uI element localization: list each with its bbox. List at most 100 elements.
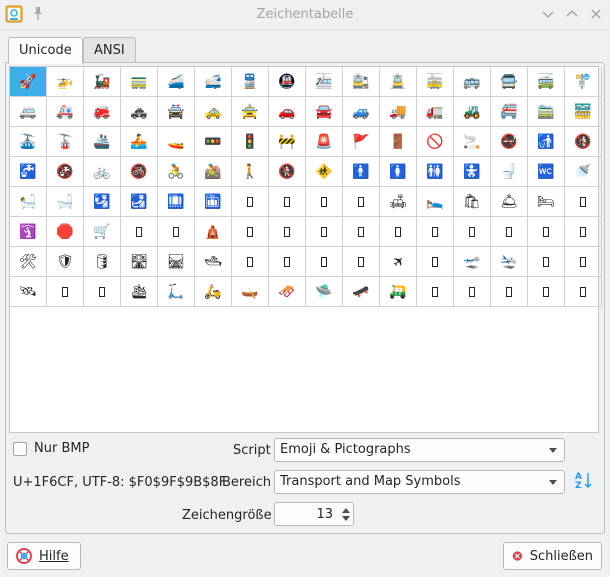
char-cell[interactable] [47,277,84,307]
size-spinbox[interactable]: 13 [274,502,354,526]
sort-az-icon[interactable]: A Z [573,470,593,490]
char-cell[interactable]: 🚻 [417,157,454,187]
char-cell[interactable]: 🚹 [343,157,380,187]
char-cell[interactable]: 🚨 [306,127,343,157]
spin-down-icon[interactable] [342,516,350,521]
char-cell[interactable]: 🚉 [343,67,380,97]
char-cell[interactable] [232,217,269,247]
char-cell[interactable] [269,217,306,247]
char-cell[interactable] [306,217,343,247]
char-cell[interactable] [528,277,565,307]
nur-bmp-checkbox[interactable] [13,442,27,456]
char-cell[interactable]: 🚅 [195,67,232,97]
char-cell[interactable]: 🛢 [84,247,121,277]
char-cell[interactable]: 🚝 [491,97,528,127]
char-cell[interactable] [417,277,454,307]
char-cell[interactable]: 🚔 [158,97,195,127]
char-cell[interactable]: 🛂 [84,187,121,217]
char-cell[interactable]: 🛡 [47,247,84,277]
maximize-button[interactable] [564,6,580,22]
char-cell[interactable]: 🚋 [417,67,454,97]
char-cell[interactable]: 🛷 [269,277,306,307]
char-cell[interactable]: 🚓 [121,97,158,127]
char-cell[interactable]: 🚷 [269,157,306,187]
char-cell[interactable] [232,187,269,217]
char-cell[interactable]: 🛫 [454,247,491,277]
char-cell[interactable]: 🚶 [232,157,269,187]
close-button[interactable]: Schließen [503,542,602,570]
char-cell[interactable]: 🛅 [195,187,232,217]
help-button[interactable]: Hilfe [7,542,81,570]
char-cell[interactable] [454,277,491,307]
char-cell[interactable]: 🚀 [10,67,47,97]
char-cell[interactable] [306,187,343,217]
char-cell[interactable]: 🚮 [528,127,565,157]
tab-ansi[interactable]: ANSI [83,37,136,63]
script-combobox[interactable]: Emoji & Pictographs [274,438,565,462]
char-cell[interactable]: 🚣 [121,127,158,157]
char-cell[interactable]: 🚘 [306,97,343,127]
char-cell[interactable]: 🚛 [417,97,454,127]
char-cell[interactable] [121,217,158,247]
char-cell[interactable]: 🚱 [47,157,84,187]
char-cell[interactable] [269,247,306,277]
char-cell[interactable] [343,187,380,217]
char-cell[interactable]: 🛪 [380,247,417,277]
char-cell[interactable]: 🚑 [47,97,84,127]
char-cell[interactable] [269,187,306,217]
char-cell[interactable]: 🛄 [158,187,195,217]
char-cell[interactable]: 🛺 [380,277,417,307]
char-cell[interactable]: 🛐 [10,217,47,247]
char-cell[interactable] [528,217,565,247]
char-cell[interactable]: 🚿 [565,157,602,187]
char-cell[interactable]: 🚳 [121,157,158,187]
character-grid[interactable]: 🚀 🚁 🚂 🚃 🚄 🚅 🚆 🚇 🚈 🚉 🚊 🚋 🚌 🚍 🚎 🚏 🚐 🚑 🚒 🚓 🚔 🚕 🚖 🚗 🚘 🚙 🚚 🚛 🚜 🚝 🚞 🚟 🚠 🚡 🚢 🚣 🚤 🚥 🚦 🚧… [10,67,602,307]
char-cell[interactable]: 🛕 [195,217,232,247]
char-cell[interactable]: 🚂 [84,67,121,97]
char-cell[interactable]: 🚵 [195,157,232,187]
char-cell[interactable]: 🚏 [565,67,602,97]
char-cell[interactable]: 🚌 [454,67,491,97]
char-cell[interactable]: 🚽 [491,157,528,187]
char-cell[interactable] [232,247,269,277]
char-cell[interactable] [343,247,380,277]
char-cell[interactable] [158,217,195,247]
char-cell[interactable]: 🛁 [47,187,84,217]
char-cell[interactable]: 🚒 [84,97,121,127]
char-cell[interactable] [528,247,565,277]
char-cell[interactable] [565,277,602,307]
char-cell[interactable]: 🚊 [380,67,417,97]
tab-unicode[interactable]: Unicode [8,37,83,64]
char-cell[interactable]: 🚪 [380,127,417,157]
char-cell[interactable]: 🚙 [343,97,380,127]
char-cell[interactable]: 🚚 [380,97,417,127]
char-cell[interactable]: 🚎 [528,67,565,97]
char-cell[interactable]: 🚸 [306,157,343,187]
char-cell[interactable]: 🛶 [232,277,269,307]
char-cell[interactable]: 🛣 [121,247,158,277]
char-cell[interactable]: 🚧 [269,127,306,157]
char-cell[interactable]: 🚞 [528,97,565,127]
char-cell[interactable] [84,277,121,307]
window-close-button[interactable] [588,6,604,22]
char-cell[interactable]: 🚍 [491,67,528,97]
char-cell[interactable]: 🚼 [454,157,491,187]
char-cell[interactable]: 🛌 [417,187,454,217]
char-cell[interactable]: 🚯 [565,127,602,157]
char-cell[interactable]: 🚩 [343,127,380,157]
char-cell[interactable]: 🛎 [491,187,528,217]
char-cell[interactable]: 🚾 [528,157,565,187]
char-cell[interactable]: 🛬 [491,247,528,277]
char-cell[interactable]: 🛰 [10,277,47,307]
char-cell[interactable] [306,247,343,277]
char-cell[interactable] [491,277,528,307]
char-cell[interactable]: 🛠 [10,247,47,277]
char-cell[interactable]: 🚕 [195,97,232,127]
char-cell[interactable]: 🚬 [454,127,491,157]
minimize-button[interactable] [540,6,556,22]
char-cell[interactable] [565,187,602,217]
char-cell[interactable]: 🚺 [380,157,417,187]
char-cell[interactable]: 🚐 [10,97,47,127]
char-cell[interactable] [417,247,454,277]
char-cell[interactable]: 🛒 [84,217,121,247]
